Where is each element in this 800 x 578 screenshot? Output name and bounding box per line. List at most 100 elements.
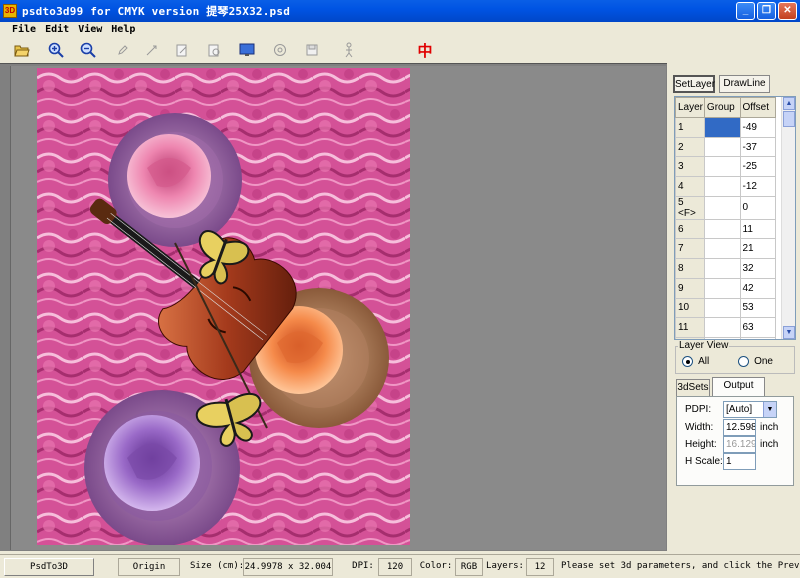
offset-cell[interactable]: 63 [739,317,776,338]
group-cell[interactable] [703,156,741,178]
pencil-icon[interactable] [114,41,132,59]
layer-cell[interactable]: 1 [675,117,705,138]
tab-drawline[interactable]: DrawLine [719,75,770,93]
column-header-offset[interactable]: Offset [739,97,776,118]
layers-value: 12 [526,558,554,576]
table-row[interactable]: 11 63 [675,317,776,338]
monitor-icon[interactable] [238,41,256,59]
scroll-up-icon[interactable]: ▲ [783,97,795,110]
tab-setlayer[interactable]: SetLayer [673,75,715,93]
table-row[interactable]: 10 53 [675,297,776,319]
offset-cell[interactable]: -25 [739,156,776,178]
psdto3d-button[interactable]: PsdTo3D [4,558,94,576]
tab-3dsets[interactable]: 3dSets [676,379,710,397]
layer-cell[interactable]: 4 [675,176,705,197]
chevron-down-icon[interactable]: ▼ [763,402,776,417]
image-canvas[interactable] [37,68,410,545]
menu-bar: File Edit View Help [0,22,800,37]
menu-view[interactable]: View [78,24,102,35]
table-row[interactable]: 5 <F> 0 [675,195,776,220]
group-cell[interactable] [703,297,741,319]
radio-one-icon[interactable] [738,355,749,367]
offset-cell[interactable]: 74 [739,336,776,339]
group-cell[interactable] [703,136,741,158]
offset-cell[interactable]: 53 [739,297,776,319]
layer-grid-scrollbar[interactable]: ▲ ▼ [781,97,795,339]
minimize-button[interactable]: _ [736,2,755,20]
table-row[interactable]: 9 42 [675,277,776,299]
tab-output-sets[interactable]: Output Sets [712,377,765,407]
zoom-in-icon[interactable] [47,41,65,59]
layer-cell[interactable]: 8 [675,258,705,279]
radio-all[interactable]: All [682,355,709,367]
group-cell[interactable] [703,317,741,338]
menu-edit[interactable]: Edit [45,24,69,35]
layer-cell[interactable]: 9 [675,277,705,299]
layer-cell[interactable]: 2 [675,136,705,158]
offset-cell[interactable]: -12 [739,176,776,197]
color-label: Color: [419,561,453,571]
layer-cell[interactable]: 5 <F> [675,195,705,220]
zoom-out-icon[interactable] [79,41,97,59]
edit-document-icon[interactable] [173,41,191,59]
table-row[interactable]: 7 21 [675,238,776,260]
layer-cell[interactable]: 10 [675,297,705,319]
save-icon[interactable] [303,41,321,59]
width-unit: inch [760,422,779,433]
layer-rows: 1 -49 2 -37 3 -25 4 -12 5 <F> 0 6 11 7 21 8 32 9 42 10 53 11… [675,117,776,339]
table-row[interactable]: 3 -25 [675,156,776,178]
menu-help[interactable]: Help [111,24,135,35]
radio-all-icon[interactable] [682,355,693,367]
offset-cell[interactable]: -49 [739,117,776,138]
group-cell[interactable] [703,176,741,197]
maximize-button[interactable]: ❐ [757,2,776,20]
radio-one[interactable]: One [738,355,773,367]
table-row[interactable]: 4 -12 [675,176,776,197]
group-cell[interactable] [703,218,741,240]
layer-cell[interactable]: 11 [675,317,705,338]
offset-cell[interactable]: 32 [739,258,776,279]
group-cell[interactable] [703,238,741,260]
window-controls: _ ❐ ✕ [736,2,797,20]
layer-cell[interactable]: 3 [675,156,705,178]
offset-cell[interactable]: 0 [739,195,776,220]
table-row[interactable]: 8 32 [675,258,776,279]
width-field[interactable]: 12.598 [723,419,756,436]
offset-cell[interactable]: 11 [739,218,776,240]
open-folder-icon[interactable] [13,41,31,59]
layer-cell[interactable]: 6 [675,218,705,240]
output-sets-panel: PDPI: [Auto] ▼ Width: 12.598 inch Height… [676,396,794,486]
offset-cell[interactable]: -37 [739,136,776,158]
group-cell[interactable] [703,277,741,299]
hscale-field[interactable]: 1 [723,453,756,470]
offset-cell[interactable]: 42 [739,277,776,299]
scroll-thumb[interactable] [783,111,795,127]
menu-file[interactable]: File [12,24,36,35]
person-icon[interactable] [340,41,358,59]
group-cell[interactable] [703,117,741,138]
layer-view-group: Layer View All One [675,340,795,374]
table-row[interactable]: 2 -37 [675,136,776,158]
column-header-layer[interactable]: Layer [675,97,705,118]
chinese-language-button[interactable]: 中 [415,41,435,60]
offset-cell[interactable]: 21 [739,238,776,260]
color-value: RGB [455,558,483,576]
pdpi-value: [Auto] [726,404,753,415]
origin-button[interactable]: Origin [118,558,180,576]
layers-label: Layers: [486,561,524,571]
preview-document-icon[interactable] [205,41,223,59]
dpi-label: DPI: [352,561,374,571]
column-header-group[interactable]: Group [703,97,741,118]
layer-cell[interactable]: 7 [675,238,705,260]
table-row[interactable]: 6 11 [675,218,776,240]
group-cell[interactable] [703,258,741,279]
target-icon[interactable] [271,41,289,59]
draw-line-icon[interactable] [143,41,161,59]
height-field[interactable]: 16.129 [723,436,756,453]
table-row[interactable]: 1 -49 [675,117,776,138]
close-button[interactable]: ✕ [778,2,797,20]
group-cell[interactable] [703,195,741,220]
scroll-down-icon[interactable]: ▼ [783,326,795,339]
pdpi-select[interactable]: [Auto] ▼ [723,401,777,418]
size-label: Size (cm): [190,561,242,571]
